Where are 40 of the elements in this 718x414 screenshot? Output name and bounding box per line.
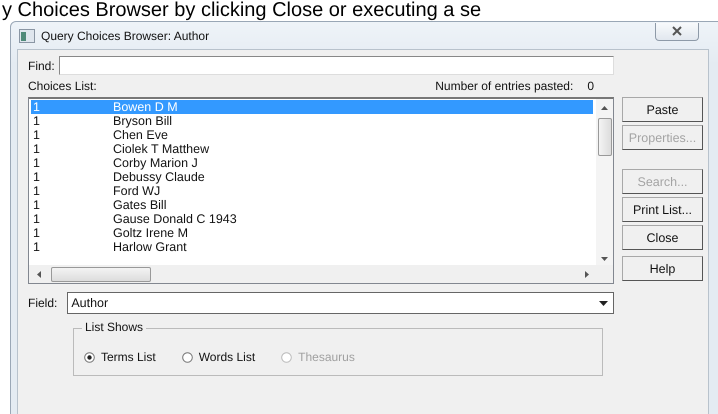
list-item[interactable]: 1 Bryson Bill — [31, 114, 593, 128]
pasted-label: Number of entries pasted: — [435, 79, 574, 93]
field-label: Field: — [28, 296, 58, 310]
scroll-thumb[interactable] — [598, 118, 612, 156]
dropdown-arrow-icon — [599, 300, 608, 306]
group-title: List Shows — [82, 320, 146, 334]
find-label: Find: — [28, 58, 55, 72]
scroll-right-icon — [585, 270, 589, 278]
scroll-down-icon — [601, 257, 608, 261]
list-item[interactable]: 1 Ford WJ — [31, 184, 593, 198]
list-item[interactable]: 1 Chen Eve — [31, 128, 593, 142]
radio-button-icon[interactable] — [182, 352, 193, 362]
dialog-button[interactable]: Print List... — [622, 197, 703, 222]
window-title: Query Choices Browser: Author — [41, 28, 210, 42]
list-item[interactable]: 1 Harlow Grant — [31, 240, 593, 254]
dialog-button[interactable]: Paste — [622, 97, 703, 122]
window-icon — [19, 28, 35, 42]
choices-list-label: Choices List: — [28, 79, 97, 93]
radio-option[interactable]: Terms List — [84, 350, 156, 364]
scroll-left-icon — [37, 270, 41, 278]
list-item[interactable]: 1 Ciolek T Matthew — [31, 142, 593, 156]
close-icon — [671, 26, 683, 36]
list-item[interactable]: 1 Gause Donald C 1943 — [31, 212, 593, 226]
list-item[interactable]: 1 Gates Bill — [31, 198, 593, 212]
dialog-button[interactable]: Help — [622, 256, 703, 281]
scroll-up-icon — [601, 106, 608, 110]
document-text: y Choices Browser by clicking Close or executing a se — [1, 0, 482, 21]
dialog-button[interactable]: Close — [622, 225, 703, 250]
list-item[interactable]: 1 Corby Marion J — [31, 156, 593, 170]
find-field[interactable] — [58, 56, 614, 75]
horizontal-scrollbar[interactable] — [29, 265, 613, 283]
radio-button-icon[interactable] — [84, 352, 95, 362]
field-dropdown[interactable]: Author — [67, 292, 614, 314]
close-button[interactable] — [655, 22, 699, 40]
list-item[interactable]: 1 Goltz Irene M — [31, 226, 593, 240]
radio-option[interactable]: Words List — [182, 350, 256, 364]
vertical-scrollbar[interactable] — [596, 99, 613, 265]
pasted-count: 0 — [587, 79, 594, 93]
list-item[interactable]: 1 Debussy Claude — [31, 170, 593, 184]
scroll-thumb[interactable] — [51, 266, 151, 282]
